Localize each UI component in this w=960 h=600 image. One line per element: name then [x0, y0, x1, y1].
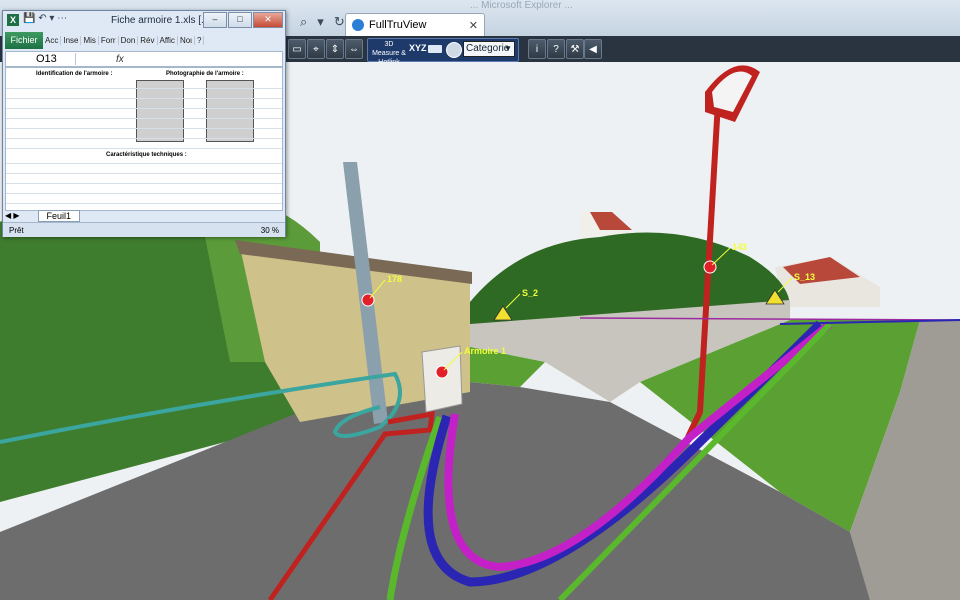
tab-mise-en-page[interactable]: Mis	[81, 35, 99, 45]
dropdown-icon[interactable]: ▾	[317, 14, 324, 30]
sheet-tab-bar: ◀ ▶ Feuil1	[5, 209, 281, 222]
measure-tool-group: 3D Measure & Hotlink XYZ Categorie ▼	[367, 38, 519, 66]
hotspot-178-label: 178	[387, 274, 402, 284]
tab-affichage[interactable]: Affic	[158, 35, 178, 45]
arrow-left-icon[interactable]: ◀	[584, 39, 602, 59]
info-icon[interactable]: i	[528, 39, 546, 59]
hotspot-143-label: 143	[732, 242, 747, 252]
ruler-icon[interactable]	[428, 45, 442, 53]
zoom-level[interactable]: 30 %	[261, 226, 279, 235]
cabinet-photo-2	[206, 80, 254, 142]
minimize-button[interactable]: –	[203, 12, 227, 28]
name-box[interactable]: O13	[6, 53, 76, 65]
sheet-heading-identification: Identification de l'armoire :	[36, 71, 113, 77]
browser-tab[interactable]: FullTruView ✕	[345, 13, 485, 36]
tree-icon[interactable]: ⌖	[307, 39, 325, 59]
excel-status-bar: Prêt 30 %	[3, 222, 285, 237]
hotspot-armoire-label: Armoire 1	[464, 346, 506, 356]
ie-icon	[352, 19, 364, 31]
help-icon[interactable]: ?	[547, 39, 565, 59]
tools-icon[interactable]: ⚒	[566, 39, 584, 59]
tab-nouveau[interactable]: Noι	[178, 35, 195, 45]
close-button[interactable]: ✕	[253, 12, 283, 28]
sign-s2-label: S_2	[522, 288, 538, 298]
excel-titlebar[interactable]: X 💾 ↶ ▾ ⋯ Fiche armoire 1.xls [... – □ ✕	[3, 11, 285, 29]
ribbon-tabs: Fichier Acc Inse Mis Forr Don Rév Affic …	[3, 31, 285, 49]
tab-donnees[interactable]: Don	[119, 35, 139, 45]
sheet-nav-icon[interactable]: ◀ ▶	[5, 211, 20, 220]
xyz-button[interactable]: XYZ	[409, 43, 427, 53]
window-title: ... Microsoft Explorer ...	[470, 0, 573, 11]
worksheet[interactable]: Identification de l'armoire : Photograph…	[5, 67, 283, 211]
status-text: Prêt	[9, 225, 24, 235]
tab-insertion[interactable]: Inse	[61, 35, 82, 45]
close-icon[interactable]: ✕	[469, 19, 478, 32]
sheet-heading-photo: Photographie de l'armoire :	[166, 71, 244, 77]
category-select[interactable]: Categorie ▼	[463, 41, 515, 57]
category-value: Categorie	[466, 43, 510, 54]
formula-bar[interactable]: O13 fx	[5, 51, 283, 67]
chevron-down-icon: ▼	[504, 44, 512, 53]
tab-formules[interactable]: Forr	[99, 35, 119, 45]
measure-horizontal-icon[interactable]: ⇔	[345, 39, 363, 59]
sign-s13-label: S_13	[794, 272, 815, 282]
rectangle-icon[interactable]: ▭	[288, 39, 306, 59]
tab-title: FullTruView	[369, 19, 427, 31]
excel-window[interactable]: X 💾 ↶ ▾ ⋯ Fiche armoire 1.xls [... – □ ✕…	[2, 10, 286, 237]
sheet-tab-feuil1[interactable]: Feuil1	[37, 209, 81, 222]
excel-logo-icon: X	[7, 14, 19, 26]
globe-icon[interactable]	[446, 42, 462, 58]
tab-fichier[interactable]: Fichier	[5, 31, 43, 49]
window-controls: – □ ✕	[202, 12, 283, 28]
cabinet-photo-1	[136, 80, 184, 142]
maximize-button[interactable]: □	[228, 12, 252, 28]
help-icon[interactable]: ?	[195, 35, 205, 45]
excel-title: Fiche armoire 1.xls [...	[111, 15, 210, 26]
tab-accueil[interactable]: Acc	[43, 35, 62, 45]
tab-revision[interactable]: Rév	[138, 35, 158, 45]
fx-icon[interactable]: fx	[116, 54, 124, 65]
armoire-cabinet[interactable]	[421, 345, 463, 413]
measure-vertical-icon[interactable]: ⇕	[326, 39, 344, 59]
sheet-heading-technical: Caractéristique techniques :	[106, 152, 187, 158]
quick-access-toolbar[interactable]: 💾 ↶ ▾ ⋯	[23, 13, 67, 24]
refresh-icon[interactable]: ↻	[334, 14, 345, 30]
browser-nav: ⌕ ▾ ↻	[300, 14, 345, 30]
search-icon[interactable]: ⌕	[300, 14, 307, 30]
